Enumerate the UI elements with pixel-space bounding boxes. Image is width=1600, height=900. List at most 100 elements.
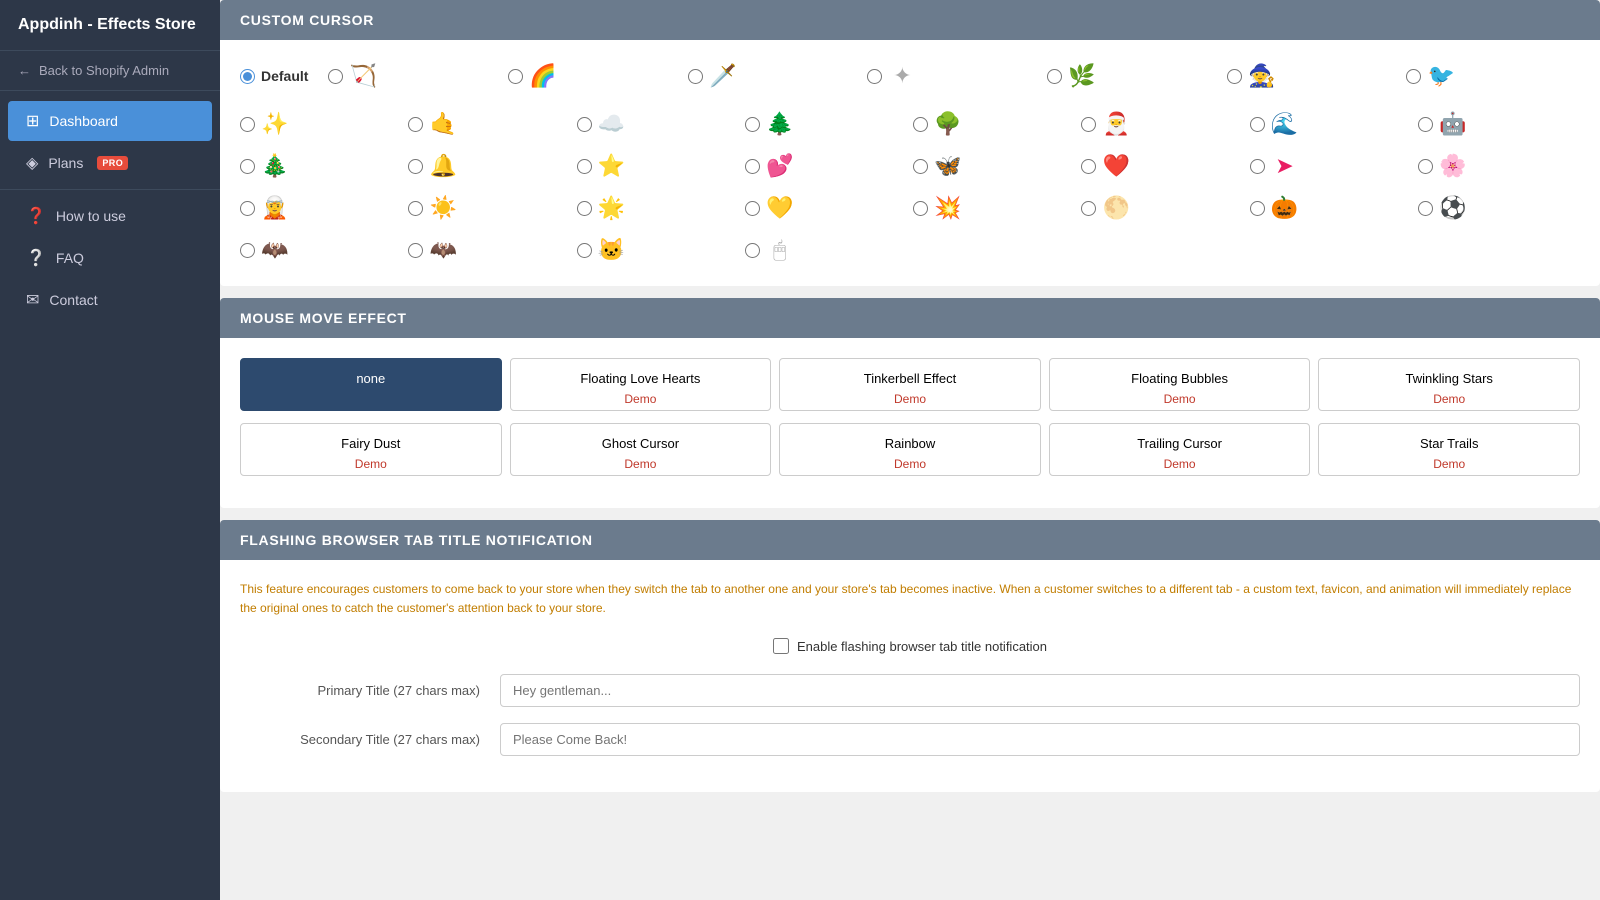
cursor-radio[interactable] bbox=[1250, 159, 1265, 174]
sidebar-item-dashboard[interactable]: ⊞ Dashboard bbox=[8, 101, 212, 141]
cursor-radio[interactable] bbox=[867, 69, 882, 84]
cursor-radio[interactable] bbox=[577, 117, 592, 132]
cursor-default-radio[interactable] bbox=[240, 69, 255, 84]
cursor-option[interactable]: ⚽ bbox=[1418, 192, 1580, 224]
cursor-radio[interactable] bbox=[1406, 69, 1421, 84]
cursor-radio[interactable] bbox=[1047, 69, 1062, 84]
cursor-default-option[interactable]: Default bbox=[240, 68, 308, 84]
cursor-option[interactable]: 🌿 bbox=[1047, 60, 1221, 92]
cursor-radio[interactable] bbox=[508, 69, 523, 84]
effect-fairy-dust-demo[interactable]: Demo bbox=[249, 457, 493, 471]
flash-enable-label[interactable]: Enable flashing browser tab title notifi… bbox=[797, 639, 1047, 654]
cursor-option[interactable]: 🎅 bbox=[1081, 108, 1243, 140]
cursor-option[interactable]: 🖱 bbox=[745, 234, 907, 266]
cursor-radio[interactable] bbox=[913, 117, 928, 132]
effect-trailing-cursor-demo[interactable]: Demo bbox=[1058, 457, 1302, 471]
effect-ghost-cursor-button[interactable]: Ghost Cursor Demo bbox=[510, 423, 772, 476]
cursor-radio[interactable] bbox=[240, 117, 255, 132]
cursor-radio[interactable] bbox=[408, 243, 423, 258]
cursor-option[interactable]: 💕 bbox=[745, 150, 907, 182]
cursor-radio[interactable] bbox=[577, 159, 592, 174]
cursor-option[interactable]: 🧙 bbox=[1227, 60, 1401, 92]
cursor-option[interactable]: 🌲 bbox=[745, 108, 907, 140]
effect-star-trails-demo[interactable]: Demo bbox=[1327, 457, 1571, 471]
cursor-option[interactable]: 💥 bbox=[913, 192, 1075, 224]
cursor-option[interactable]: 🔔 bbox=[408, 150, 570, 182]
cursor-radio[interactable] bbox=[745, 159, 760, 174]
cursor-radio[interactable] bbox=[240, 159, 255, 174]
cursor-option[interactable]: 🤖 bbox=[1418, 108, 1580, 140]
cursor-option[interactable]: 🗡️ bbox=[688, 60, 862, 92]
cursor-option[interactable]: 🌳 bbox=[913, 108, 1075, 140]
cursor-radio[interactable] bbox=[745, 201, 760, 216]
effect-tinkerbell-button[interactable]: Tinkerbell Effect Demo bbox=[779, 358, 1041, 411]
sidebar-item-plans[interactable]: ◈ Plans PRO bbox=[8, 143, 212, 183]
effect-rainbow-demo[interactable]: Demo bbox=[788, 457, 1032, 471]
cursor-radio[interactable] bbox=[1250, 117, 1265, 132]
effect-trailing-cursor-button[interactable]: Trailing Cursor Demo bbox=[1049, 423, 1311, 476]
effect-ghost-cursor-demo[interactable]: Demo bbox=[519, 457, 763, 471]
cursor-option[interactable]: 🦇 bbox=[240, 234, 402, 266]
cursor-option[interactable]: 🧝 bbox=[240, 192, 402, 224]
cursor-option[interactable]: 🌕 bbox=[1081, 192, 1243, 224]
cursor-option[interactable]: ❤️ bbox=[1081, 150, 1243, 182]
cursor-radio[interactable] bbox=[913, 159, 928, 174]
cursor-option[interactable]: 🐱 bbox=[577, 234, 739, 266]
flash-enable-checkbox[interactable] bbox=[773, 638, 789, 654]
effect-floating-bubbles-button[interactable]: Floating Bubbles Demo bbox=[1049, 358, 1311, 411]
cursor-radio[interactable] bbox=[1418, 201, 1433, 216]
effect-star-trails-button[interactable]: Star Trails Demo bbox=[1318, 423, 1580, 476]
cursor-radio[interactable] bbox=[1081, 201, 1096, 216]
cursor-option[interactable]: 🤙 bbox=[408, 108, 570, 140]
cursor-radio[interactable] bbox=[1081, 117, 1096, 132]
cursor-option[interactable]: 🎃 bbox=[1250, 192, 1412, 224]
cursor-option[interactable]: ⭐ bbox=[577, 150, 739, 182]
effect-twinkling-stars-demo[interactable]: Demo bbox=[1327, 392, 1571, 406]
effect-floating-bubbles-demo[interactable]: Demo bbox=[1058, 392, 1302, 406]
cursor-radio[interactable] bbox=[1081, 159, 1096, 174]
effect-none-button[interactable]: none bbox=[240, 358, 502, 411]
cursor-radio[interactable] bbox=[1250, 201, 1265, 216]
cursor-radio[interactable] bbox=[913, 201, 928, 216]
cursor-radio[interactable] bbox=[1227, 69, 1242, 84]
effect-floating-love-hearts-button[interactable]: Floating Love Hearts Demo bbox=[510, 358, 772, 411]
cursor-option[interactable]: ✨ bbox=[240, 108, 402, 140]
cursor-radio[interactable] bbox=[408, 159, 423, 174]
cursor-option[interactable]: ➤ bbox=[1250, 150, 1412, 182]
cursor-radio[interactable] bbox=[240, 201, 255, 216]
cursor-option[interactable]: ☁️ bbox=[577, 108, 739, 140]
cursor-option[interactable]: 🦋 bbox=[913, 150, 1075, 182]
cursor-option[interactable]: 💛 bbox=[745, 192, 907, 224]
sidebar-item-faq[interactable]: ❔ FAQ bbox=[8, 238, 212, 278]
cursor-option[interactable]: ✦ bbox=[867, 60, 1041, 92]
cursor-option[interactable]: 🌊 bbox=[1250, 108, 1412, 140]
cursor-radio[interactable] bbox=[240, 243, 255, 258]
secondary-title-input[interactable] bbox=[500, 723, 1580, 756]
cursor-radio[interactable] bbox=[745, 117, 760, 132]
cursor-option[interactable]: 🎄 bbox=[240, 150, 402, 182]
cursor-option[interactable]: 🐦 bbox=[1406, 60, 1580, 92]
cursor-radio[interactable] bbox=[577, 243, 592, 258]
cursor-option[interactable]: 🏹 bbox=[328, 60, 502, 92]
cursor-option[interactable]: 🌸 bbox=[1418, 150, 1580, 182]
cursor-radio[interactable] bbox=[328, 69, 343, 84]
cursor-radio[interactable] bbox=[408, 201, 423, 216]
effect-rainbow-button[interactable]: Rainbow Demo bbox=[779, 423, 1041, 476]
back-to-shopify-button[interactable]: ← Back to Shopify Admin bbox=[0, 51, 220, 91]
primary-title-input[interactable] bbox=[500, 674, 1580, 707]
cursor-radio[interactable] bbox=[688, 69, 703, 84]
effect-twinkling-stars-button[interactable]: Twinkling Stars Demo bbox=[1318, 358, 1580, 411]
cursor-radio[interactable] bbox=[408, 117, 423, 132]
sidebar-item-how-to-use[interactable]: ❓ How to use bbox=[8, 196, 212, 236]
effect-fairy-dust-button[interactable]: Fairy Dust Demo bbox=[240, 423, 502, 476]
effect-floating-love-hearts-demo[interactable]: Demo bbox=[519, 392, 763, 406]
sidebar-item-contact[interactable]: ✉ Contact bbox=[8, 280, 212, 320]
cursor-option[interactable]: 🌈 bbox=[508, 60, 682, 92]
cursor-radio[interactable] bbox=[745, 243, 760, 258]
effect-tinkerbell-demo[interactable]: Demo bbox=[788, 392, 1032, 406]
cursor-option[interactable]: ☀️ bbox=[408, 192, 570, 224]
cursor-option[interactable]: 🌟 bbox=[577, 192, 739, 224]
cursor-radio[interactable] bbox=[1418, 159, 1433, 174]
cursor-radio[interactable] bbox=[577, 201, 592, 216]
cursor-option[interactable]: 🦇 bbox=[408, 234, 570, 266]
